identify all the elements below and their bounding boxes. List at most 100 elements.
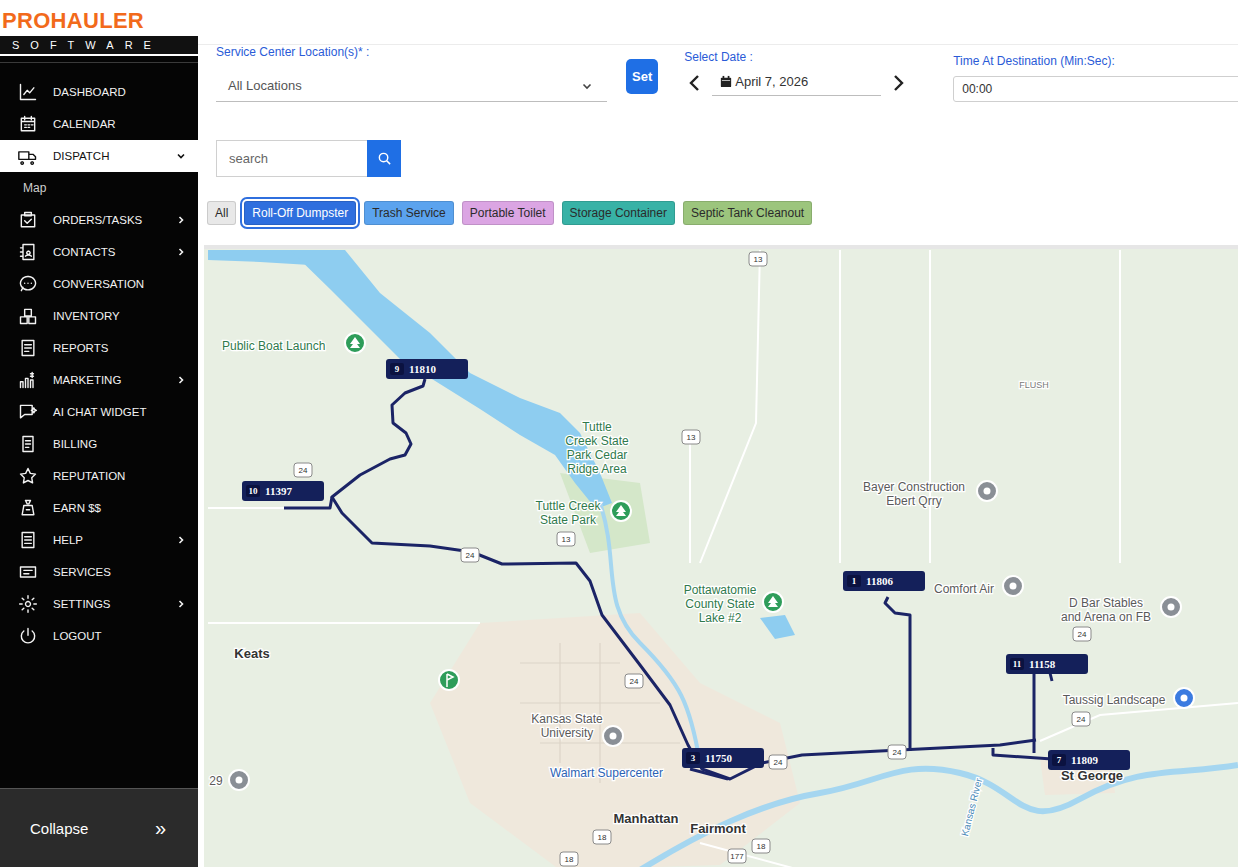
- stop-order: 11750: [705, 752, 732, 764]
- poi-icon[interactable]: [977, 481, 997, 501]
- map-label[interactable]: TuttleCreek StatePark CedarRidge Area: [565, 420, 629, 476]
- poi-icon[interactable]: [1174, 688, 1194, 708]
- route-line: [993, 748, 1052, 759]
- logo[interactable]: PROHAULER SOFTWARE: [0, 0, 198, 56]
- map-label[interactable]: Kansas StateUniversity: [531, 712, 623, 746]
- collapse-label: Collapse: [30, 820, 88, 837]
- map-label[interactable]: Comfort Air: [934, 576, 1023, 596]
- poi-icon[interactable]: [1003, 576, 1023, 596]
- poi-icon[interactable]: [1161, 597, 1181, 617]
- sidebar-item[interactable]: REPORTS: [0, 332, 198, 364]
- stop-number: 9: [390, 363, 404, 375]
- poi-icon[interactable]: [763, 592, 783, 612]
- logo-tagline: SOFTWARE: [0, 36, 198, 54]
- sidebar-item[interactable]: MARKETING: [0, 364, 198, 396]
- stop-marker[interactable]: 111806: [843, 571, 925, 591]
- menu-icon: [18, 498, 38, 518]
- map-label[interactable]: Public Boat Launch: [222, 333, 365, 353]
- collapse-button[interactable]: Collapse»: [0, 788, 198, 867]
- menu-icon: [18, 370, 38, 390]
- location-select[interactable]: All Locations: [216, 72, 607, 102]
- sidebar-item-label: MARKETING: [53, 374, 176, 386]
- map-label[interactable]: Walmart Supercenter: [550, 766, 663, 780]
- sidebar-item-label: REPUTATION: [53, 470, 186, 482]
- date-field[interactable]: April 7, 2026: [712, 69, 881, 96]
- next-arrow-icon[interactable]: [891, 73, 905, 93]
- map-label[interactable]: PottawatomieCounty StateLake #2: [684, 583, 783, 625]
- stop-marker[interactable]: 311750: [682, 748, 764, 768]
- logo-brand: PROHAULER: [0, 8, 198, 34]
- set-button[interactable]: Set: [626, 59, 658, 94]
- map-label[interactable]: St George: [1061, 768, 1123, 783]
- poi-icon[interactable]: [603, 726, 623, 746]
- road-shield: 18: [560, 852, 578, 866]
- sidebar-item-label: ORDERS/TASKS: [53, 214, 176, 226]
- sidebar-item-label: EARN $$: [53, 502, 186, 514]
- map-label[interactable]: Tuttle CreekState Park: [536, 499, 631, 527]
- svg-text:St George: St George: [1061, 768, 1123, 783]
- road-shield: 24: [1073, 627, 1091, 641]
- time-label: Time At Destination (Min:Sec):: [953, 54, 1238, 68]
- map-label[interactable]: Kansas River: [959, 776, 984, 837]
- map-canvas[interactable]: 13132424132424242424181817718Public Boat…: [204, 249, 1238, 867]
- map-label[interactable]: Bayer ConstructionEbert Qrry: [863, 480, 997, 508]
- sidebar-item[interactable]: REPUTATION: [0, 460, 198, 492]
- poi-icon[interactable]: [229, 770, 249, 790]
- sidebar-item[interactable]: SETTINGS: [0, 588, 198, 620]
- stop-marker[interactable]: 1111158: [1006, 654, 1088, 674]
- map-label[interactable]: Fairmont: [690, 821, 746, 836]
- map-label[interactable]: 29: [209, 770, 249, 790]
- sidebar-item-label: AI CHAT WIDGET: [53, 406, 186, 418]
- sidebar-item[interactable]: BILLING: [0, 428, 198, 460]
- service-chip[interactable]: Portable Toilet: [462, 201, 554, 225]
- poi-icon[interactable]: [345, 333, 365, 353]
- chevron-icon: [176, 151, 186, 161]
- date-filter: Select Date :April 7, 2026: [684, 50, 909, 96]
- route-line: [885, 597, 910, 751]
- sidebar-item[interactable]: CONVERSATION: [0, 268, 198, 300]
- poi-icon[interactable]: [611, 501, 631, 521]
- svg-text:Park Cedar: Park Cedar: [567, 448, 628, 462]
- stop-order: 11806: [866, 575, 893, 587]
- filter-bar: Service Center Location(s)* :All Locatio…: [198, 45, 1238, 102]
- time-input[interactable]: [953, 76, 1238, 102]
- chevron-icon: [176, 535, 186, 545]
- sidebar-subitem[interactable]: Map: [0, 172, 198, 204]
- prev-arrow-icon[interactable]: [688, 73, 702, 93]
- service-chip[interactable]: Septic Tank Cleanout: [683, 201, 812, 225]
- sidebar-item[interactable]: AI CHAT WIDGET: [0, 396, 198, 428]
- service-chip[interactable]: Trash Service: [364, 201, 454, 225]
- sidebar-item[interactable]: DASHBOARD: [0, 76, 198, 108]
- stop-marker[interactable]: 1011397: [242, 481, 324, 501]
- svg-text:177: 177: [730, 852, 744, 861]
- sidebar-item[interactable]: INVENTORY: [0, 300, 198, 332]
- sidebar-item[interactable]: LOGOUT: [0, 620, 198, 652]
- map-label[interactable]: FLUSH: [1019, 380, 1049, 390]
- sidebar-item[interactable]: EARN $$: [0, 492, 198, 524]
- map-label[interactable]: Taussig Landscape: [1063, 688, 1194, 708]
- sidebar-item[interactable]: DISPATCH: [0, 140, 198, 172]
- sidebar-item-label: INVENTORY: [53, 310, 186, 322]
- sidebar-item[interactable]: CONTACTS: [0, 236, 198, 268]
- service-chip[interactable]: All: [207, 201, 236, 225]
- stop-marker[interactable]: 711809: [1048, 750, 1130, 770]
- map[interactable]: 13132424132424242424181817718Public Boat…: [204, 245, 1238, 867]
- sidebar-item[interactable]: ORDERS/TASKS: [0, 204, 198, 236]
- chevron-icon: [176, 215, 186, 225]
- map-label[interactable]: Keats: [234, 646, 269, 661]
- service-chip[interactable]: Roll-Off Dumpster: [244, 201, 356, 225]
- sidebar-item-label: CALENDAR: [53, 118, 186, 130]
- map-label[interactable]: D Bar Stablesand Arena on FB: [1061, 596, 1181, 624]
- road-shield: 13: [557, 532, 575, 546]
- stop-marker[interactable]: 911810: [386, 359, 468, 379]
- service-chip[interactable]: Storage Container: [562, 201, 675, 225]
- search-input[interactable]: [216, 140, 367, 177]
- svg-text:24: 24: [299, 466, 308, 475]
- search-button[interactable]: [367, 140, 401, 177]
- svg-text:Tuttle Creek: Tuttle Creek: [536, 499, 602, 513]
- sidebar-item[interactable]: CALENDAR: [0, 108, 198, 140]
- map-label[interactable]: Manhattan: [614, 811, 679, 826]
- golf-icon: [439, 670, 459, 690]
- sidebar-item[interactable]: HELP: [0, 524, 198, 556]
- sidebar-item[interactable]: SERVICES: [0, 556, 198, 588]
